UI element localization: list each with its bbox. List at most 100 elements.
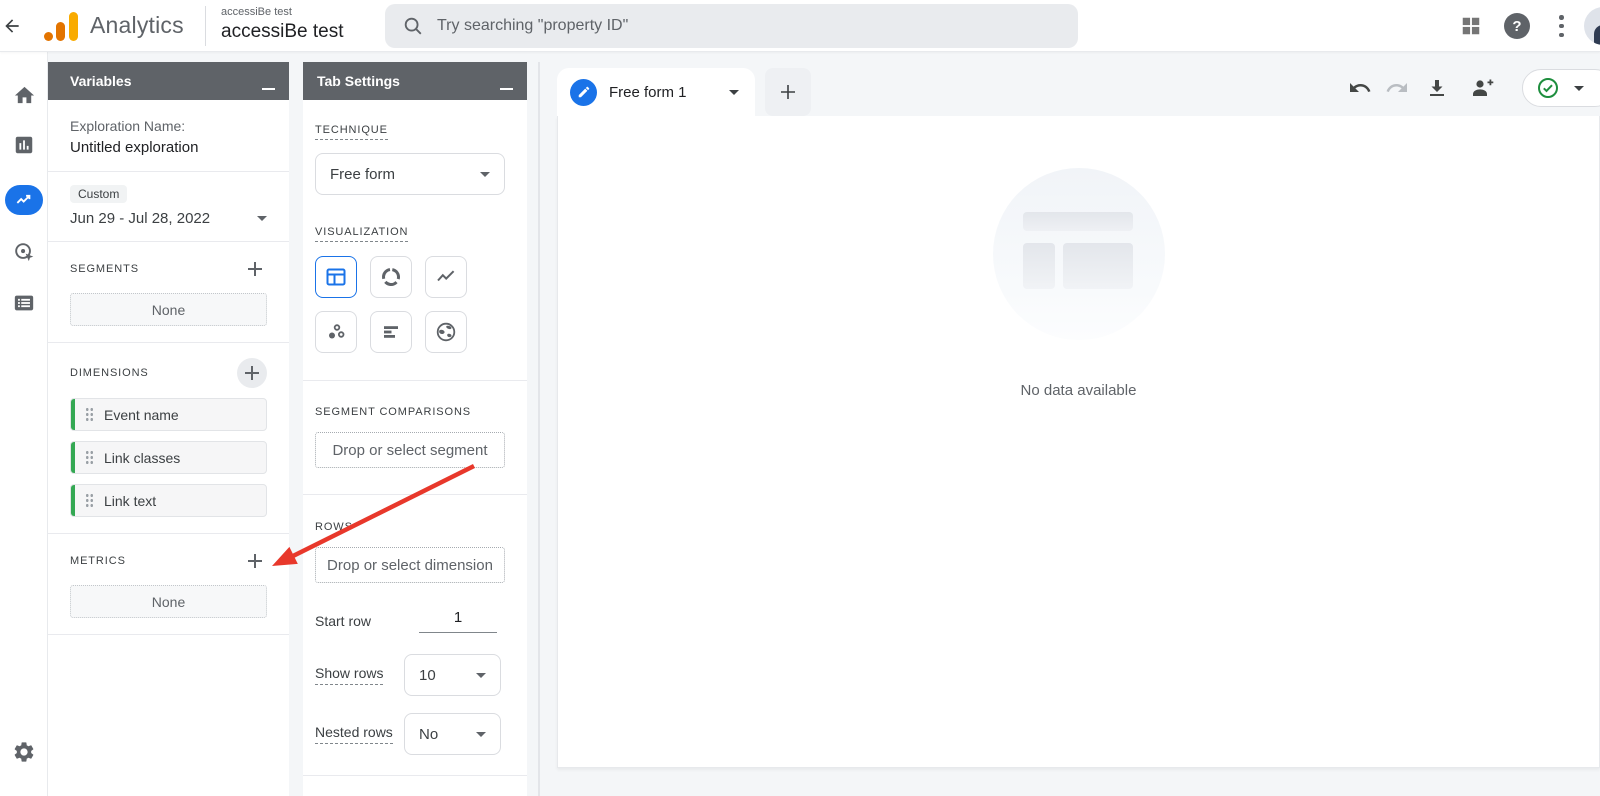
dimension-chip[interactable]: Event name: [70, 398, 267, 431]
drag-handle-icon[interactable]: [85, 450, 94, 465]
chevron-down-icon: [476, 673, 486, 678]
date-range-control[interactable]: Custom Jun 29 - Jul 28, 2022: [48, 172, 289, 227]
tab-settings-panel: Tab Settings TECHNIQUE Free form VISUALI…: [303, 62, 527, 796]
viz-line-icon[interactable]: [425, 256, 467, 298]
redo-icon[interactable]: [1385, 76, 1409, 100]
share-users-icon[interactable]: [1470, 76, 1494, 100]
show-rows-select[interactable]: 10: [404, 654, 501, 696]
divider: [303, 494, 527, 495]
variables-panel: Variables Exploration Name: Untitled exp…: [48, 62, 289, 796]
top-app-bar: Analytics accessiBe test accessiBe test …: [0, 0, 1600, 52]
show-rows-label: Show rows: [315, 665, 383, 685]
minimize-tab-settings-icon[interactable]: [500, 88, 513, 90]
viz-bar-icon[interactable]: [370, 311, 412, 353]
visualization-canvas: No data available: [557, 116, 1600, 768]
add-dimension-button[interactable]: [237, 358, 267, 388]
nav-advertising-icon[interactable]: [0, 235, 48, 269]
viz-scatter-icon[interactable]: [315, 311, 357, 353]
segment-comparisons-label: SEGMENT COMPARISONS: [315, 406, 471, 418]
nav-reports-icon[interactable]: [0, 128, 48, 162]
explore-selected-pill: [5, 185, 43, 215]
segments-empty-box: None: [70, 293, 267, 326]
segments-label: SEGMENTS: [70, 263, 139, 275]
chip-green-bar: [71, 485, 75, 516]
kebab-menu-icon[interactable]: [1559, 15, 1565, 37]
viz-geo-icon[interactable]: [425, 311, 467, 353]
panel-scrollbar[interactable]: [538, 62, 540, 796]
dimension-drop-target[interactable]: Drop or select dimension: [315, 547, 505, 583]
minimize-variables-icon[interactable]: [262, 88, 275, 90]
divider: [303, 380, 527, 381]
visualization-label: VISUALIZATION: [315, 226, 408, 242]
divider: [48, 342, 289, 343]
divider: [48, 533, 289, 534]
exploration-name-label: Exploration Name:: [70, 118, 267, 134]
dimension-chip-label: Link text: [104, 493, 156, 509]
google-analytics-logo: [44, 12, 78, 41]
technique-select[interactable]: Free form: [315, 153, 505, 195]
search-icon: [402, 15, 424, 37]
search-bar[interactable]: [385, 4, 1078, 48]
chevron-down-icon: [1574, 86, 1584, 91]
technique-label: TECHNIQUE: [315, 124, 388, 140]
viz-donut-icon[interactable]: [370, 256, 412, 298]
property-name[interactable]: accessiBe test: [221, 21, 344, 43]
variables-header: Variables: [48, 62, 289, 100]
date-custom-badge: Custom: [70, 185, 127, 203]
start-row-input[interactable]: 1: [419, 609, 497, 633]
left-nav-rail: [0, 52, 48, 796]
exploration-status-button[interactable]: [1522, 69, 1600, 107]
rows-label: ROWS: [315, 521, 353, 533]
tab-settings-header: Tab Settings: [303, 62, 527, 100]
visualization-options: [315, 256, 505, 353]
segment-drop-target[interactable]: Drop or select segment: [315, 432, 505, 468]
nav-explore-icon[interactable]: [0, 183, 48, 217]
technique-value: Free form: [330, 166, 395, 183]
download-icon[interactable]: [1425, 76, 1449, 100]
exploration-name-value[interactable]: Untitled exploration: [70, 139, 267, 156]
metrics-empty-box: None: [70, 585, 267, 618]
apps-grid-icon[interactable]: [1460, 15, 1482, 37]
nested-rows-value: No: [419, 726, 438, 743]
dimension-chip-label: Event name: [104, 407, 179, 423]
add-segment-button[interactable]: [243, 257, 267, 281]
tab-settings-title: Tab Settings: [317, 73, 400, 89]
date-range-value: Jun 29 - Jul 28, 2022: [70, 210, 210, 227]
exploration-tab[interactable]: Free form 1: [557, 68, 755, 116]
search-input[interactable]: [437, 4, 1057, 48]
chevron-down-icon: [480, 172, 490, 177]
viz-table-icon[interactable]: [315, 256, 357, 298]
help-icon[interactable]: ?: [1504, 13, 1530, 39]
tab-title: Free form 1: [609, 84, 687, 101]
nested-rows-select[interactable]: No: [404, 713, 501, 755]
variables-title: Variables: [70, 73, 132, 89]
avatar[interactable]: [1584, 7, 1600, 45]
drag-handle-icon[interactable]: [85, 407, 94, 422]
divider: [303, 775, 527, 776]
dimension-chip-label: Link classes: [104, 450, 180, 466]
nested-rows-label: Nested rows: [315, 724, 393, 744]
divider: [48, 241, 289, 242]
nav-home-icon[interactable]: [0, 78, 48, 112]
dimension-chip[interactable]: Link classes: [70, 441, 267, 474]
account-breadcrumb: accessiBe test: [221, 6, 292, 18]
show-rows-value: 10: [419, 667, 436, 684]
product-name: Analytics: [90, 12, 184, 39]
dimension-chip[interactable]: Link text: [70, 484, 267, 517]
add-metric-button[interactable]: [243, 549, 267, 573]
add-tab-button[interactable]: [765, 68, 811, 116]
back-icon[interactable]: [2, 16, 22, 36]
chevron-down-icon: [476, 732, 486, 737]
undo-icon[interactable]: [1348, 76, 1372, 100]
drag-handle-icon[interactable]: [85, 493, 94, 508]
nav-library-icon[interactable]: [0, 286, 48, 320]
chevron-down-icon: [257, 216, 267, 221]
divider: [48, 634, 289, 635]
nav-admin-gear-icon[interactable]: [0, 735, 48, 769]
empty-state-illustration: [993, 168, 1165, 340]
topbar-divider: [205, 6, 206, 46]
empty-state-text: No data available: [1021, 382, 1137, 399]
chip-green-bar: [71, 442, 75, 473]
start-row-label: Start row: [315, 613, 371, 629]
tab-chevron-down-icon[interactable]: [729, 90, 739, 95]
